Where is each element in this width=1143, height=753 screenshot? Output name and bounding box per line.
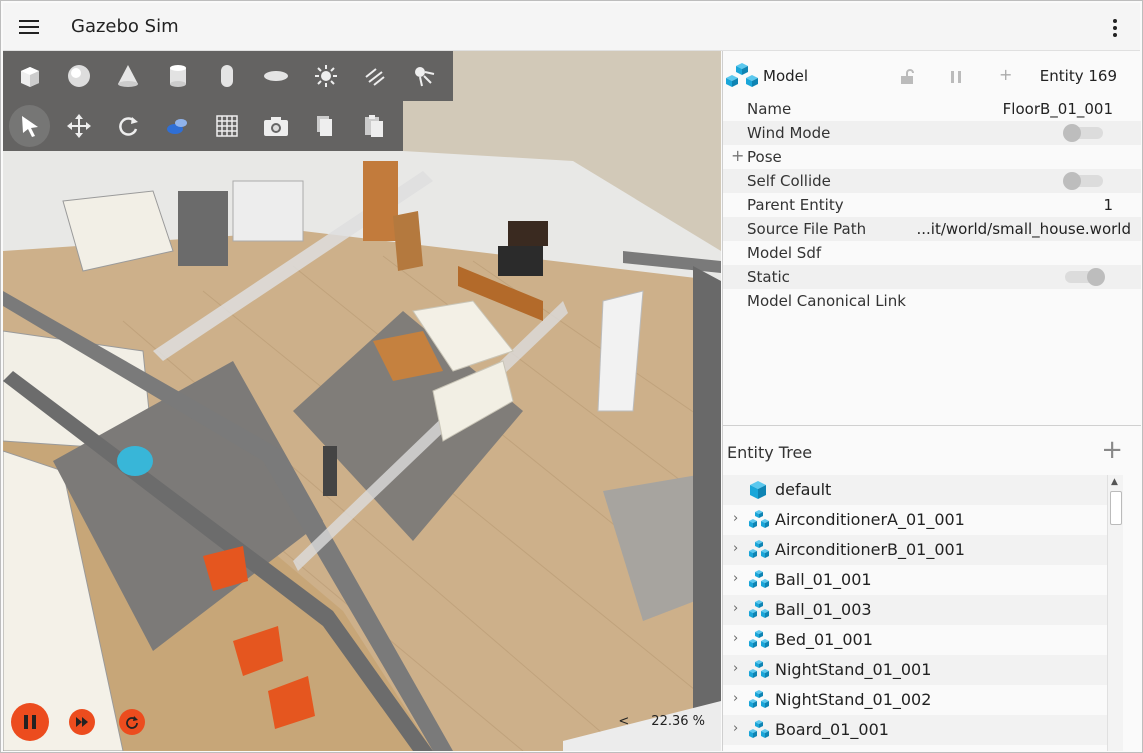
cylinder-icon[interactable] [157, 55, 198, 97]
model-icon [749, 510, 769, 528]
chevron-right-icon[interactable]: › [733, 691, 738, 706]
component-inspector-header: Model + Entity 169 [723, 61, 1141, 91]
tree-item-default[interactable]: default [723, 475, 1107, 505]
world-icon [750, 481, 766, 499]
wind-mode-toggle[interactable] [1063, 124, 1103, 142]
self-collide-toggle[interactable] [1063, 172, 1103, 190]
chevron-right-icon[interactable]: › [733, 541, 738, 556]
model-icon [749, 600, 769, 618]
model-icon [749, 720, 769, 738]
step-forward-button[interactable] [69, 709, 95, 735]
prop-source-file-path: Source File Path ...it/world/small_house… [723, 217, 1141, 241]
directional-light-icon[interactable] [354, 55, 395, 97]
hamburger-menu-icon[interactable] [17, 17, 41, 37]
tree-item[interactable]: › Board_01_001 [723, 715, 1107, 745]
spot-light-icon[interactable] [404, 55, 445, 97]
sun-icon[interactable] [305, 55, 346, 97]
entity-id: Entity 169 [1039, 67, 1117, 85]
prop-name-value[interactable]: FloorB_01_001 [1003, 100, 1113, 118]
model-icon [749, 630, 769, 648]
translate-icon[interactable] [58, 105, 99, 147]
real-time-factor: < 22.36 % [618, 714, 705, 729]
entity-tree-header: Entity Tree + [723, 427, 1141, 475]
tree-item[interactable]: › Ball_01_003 [723, 595, 1107, 625]
scene-render [3, 51, 721, 751]
tree-item[interactable]: › AirconditionerA_01_001 [723, 505, 1107, 535]
select-icon[interactable] [9, 105, 51, 147]
capsule-icon[interactable] [206, 55, 247, 97]
app-title: Gazebo Sim [71, 16, 179, 37]
real-time-factor-value: 22.36 % [651, 714, 705, 729]
chevron-right-icon[interactable]: › [733, 571, 738, 586]
panel-divider[interactable] [723, 425, 1141, 426]
right-panel: Model + Entity 169 Name FloorB_01_001 Wi… [722, 51, 1141, 751]
entity-tree: default › AirconditionerA_01_001 › Airco… [723, 475, 1107, 751]
reset-button[interactable] [119, 709, 145, 735]
transform-toolbar [3, 101, 403, 151]
prop-self-collide: Self Collide [723, 169, 1141, 193]
cone-icon[interactable] [108, 55, 149, 97]
pause-button[interactable] [11, 703, 49, 741]
playback-controls [11, 703, 169, 741]
tree-item[interactable]: › Ball_01_001 [723, 565, 1107, 595]
model-icon [726, 63, 758, 87]
title-bar: Gazebo Sim [3, 3, 1140, 51]
model-icon [749, 660, 769, 678]
prop-static: Static [723, 265, 1141, 289]
scrollbar-thumb[interactable] [1110, 491, 1122, 525]
screenshot-icon[interactable] [255, 105, 296, 147]
prop-name: Name FloorB_01_001 [747, 100, 1113, 118]
rotate-icon[interactable] [108, 105, 149, 147]
grid-icon[interactable] [206, 105, 247, 147]
box-icon[interactable] [9, 55, 50, 97]
pause-updates-icon[interactable] [949, 70, 963, 84]
prop-wind-mode: Wind Mode [723, 121, 1141, 145]
component-type-label: Model [763, 67, 809, 85]
add-component-icon[interactable]: + [999, 65, 1012, 84]
tree-item[interactable]: › AirconditionerB_01_001 [723, 535, 1107, 565]
collapse-stats-button[interactable]: < [618, 714, 629, 729]
entity-tree-scrollbar[interactable]: ▲ [1107, 475, 1123, 751]
tree-item[interactable]: › NightStand_01_001 [723, 655, 1107, 685]
tree-item[interactable]: › Bed_01_001 [723, 625, 1107, 655]
component-properties: Name FloorB_01_001 Wind Mode + Pose Self… [723, 97, 1141, 313]
static-toggle[interactable] [1065, 268, 1105, 286]
prop-pose[interactable]: + Pose [723, 145, 1141, 169]
unlock-icon[interactable] [899, 69, 915, 85]
model-icon [749, 690, 769, 708]
transform-control-icon[interactable] [157, 105, 198, 147]
entity-tree-title: Entity Tree [727, 443, 813, 462]
scroll-up-icon[interactable]: ▲ [1111, 477, 1118, 487]
add-entity-button[interactable]: + [1101, 437, 1123, 463]
tree-item[interactable]: › NightStand_01_002 [723, 685, 1107, 715]
3d-scene-viewport[interactable]: < 22.36 % [3, 51, 721, 751]
copy-icon[interactable] [305, 105, 346, 147]
paste-icon[interactable] [354, 105, 395, 147]
chevron-right-icon[interactable]: › [733, 631, 738, 646]
shapes-toolbar [3, 51, 453, 101]
app-window: Gazebo Sim < 22.36 % Model + Entity 169 … [0, 0, 1143, 753]
prop-model-sdf: Model Sdf [747, 244, 822, 262]
ellipsoid-icon[interactable] [256, 55, 297, 97]
expand-icon[interactable]: + [731, 146, 744, 165]
chevron-right-icon[interactable]: › [733, 511, 738, 526]
chevron-right-icon[interactable]: › [733, 601, 738, 616]
chevron-right-icon[interactable]: › [733, 661, 738, 676]
prop-parent-entity: Parent Entity 1 [747, 196, 1113, 214]
more-options-icon[interactable] [1110, 17, 1120, 39]
chevron-right-icon[interactable]: › [733, 721, 738, 736]
sphere-icon[interactable] [58, 55, 99, 97]
prop-model-canonical-link: Model Canonical Link [747, 292, 906, 310]
model-icon [749, 570, 769, 588]
model-icon [749, 540, 769, 558]
